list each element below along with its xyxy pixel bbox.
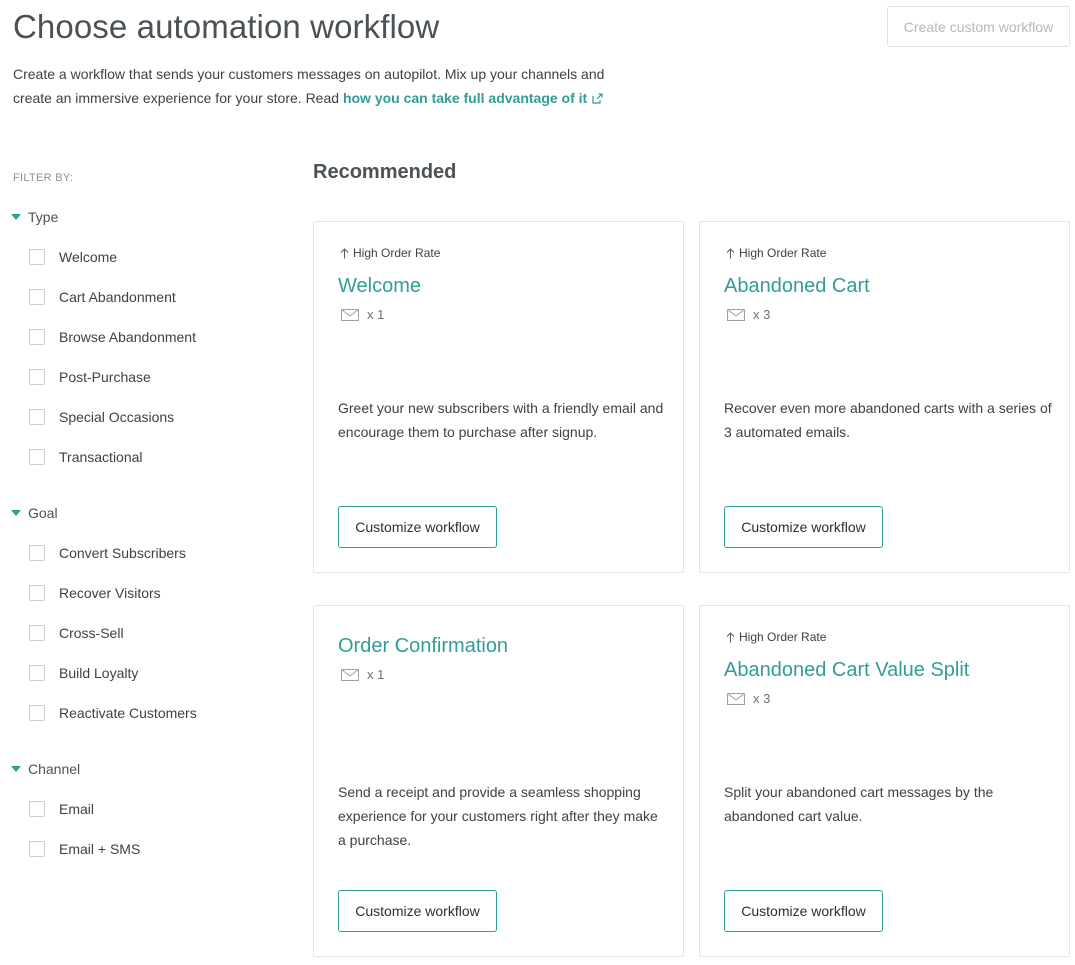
filter-option-label: Cart Abandonment <box>59 289 176 305</box>
customize-workflow-button[interactable]: Customize workflow <box>338 506 497 548</box>
card-title[interactable]: Abandoned Cart <box>724 275 870 298</box>
filter-option-label: Convert Subscribers <box>59 545 186 561</box>
checkbox[interactable] <box>29 625 45 641</box>
caret-down-icon <box>11 510 21 516</box>
checkbox[interactable] <box>29 449 45 465</box>
card-description: Greet your new subscribers with a friend… <box>338 400 664 440</box>
workflow-card-order-confirmation: Order Confirmation x 1 Send a receipt an… <box>313 605 684 957</box>
filter-option-transactional[interactable]: Transactional <box>29 447 143 467</box>
external-link-icon <box>592 93 603 104</box>
filter-option-reactivate-customers[interactable]: Reactivate Customers <box>29 703 197 723</box>
customize-workflow-button[interactable]: Customize workflow <box>338 890 497 932</box>
email-count: x 1 <box>341 667 384 682</box>
page-title: Choose automation workflow <box>13 8 440 45</box>
advantage-link[interactable]: how you can take full advantage of it <box>343 90 603 106</box>
filter-option-build-loyalty[interactable]: Build Loyalty <box>29 663 138 683</box>
filter-option-label: Special Occasions <box>59 409 175 425</box>
filter-option-label: Browse Abandonment <box>59 329 196 345</box>
customize-workflow-button[interactable]: Customize workflow <box>724 506 883 548</box>
filter-group-goal[interactable]: Goal <box>11 503 58 523</box>
checkbox[interactable] <box>29 369 45 385</box>
filter-option-label: Build Loyalty <box>59 665 139 681</box>
filter-option-email[interactable]: Email <box>29 799 94 819</box>
checkbox[interactable] <box>29 705 45 721</box>
filter-group-label: Channel <box>28 761 81 777</box>
badge-label: High Order Rate <box>353 246 441 260</box>
customize-workflow-button[interactable]: Customize workflow <box>724 890 883 932</box>
filter-by-label: FILTER BY: <box>13 172 74 184</box>
badge-label: High Order Rate <box>739 246 827 260</box>
filter-option-label: Reactivate Customers <box>59 705 197 721</box>
filter-option-label: Welcome <box>59 249 118 265</box>
filter-option-welcome[interactable]: Welcome <box>29 247 117 267</box>
filter-option-post-purchase[interactable]: Post-Purchase <box>29 367 151 387</box>
workflow-card-abandoned-cart: High Order Rate Abandoned Cart x 3 Recov… <box>699 221 1070 573</box>
checkbox[interactable] <box>29 249 45 265</box>
filter-option-special-occasions[interactable]: Special Occasions <box>29 407 174 427</box>
card-description: Split your abandoned cart messages by th… <box>724 784 994 824</box>
filter-group-label: Goal <box>28 505 58 521</box>
email-count: x 3 <box>727 307 770 322</box>
arrow-up-icon <box>726 247 735 258</box>
envelope-icon <box>341 668 359 681</box>
high-order-rate-badge: High Order Rate <box>340 246 440 260</box>
arrow-up-icon <box>340 247 349 258</box>
checkbox[interactable] <box>29 841 45 857</box>
filter-option-convert-subscribers[interactable]: Convert Subscribers <box>29 543 186 563</box>
workflow-card-welcome: High Order Rate Welcome x 1 Greet your n… <box>313 221 684 573</box>
email-count-label: x 1 <box>367 307 385 322</box>
caret-down-icon <box>11 214 21 220</box>
checkbox[interactable] <box>29 409 45 425</box>
filter-group-label: Type <box>28 209 59 225</box>
email-count-label: x 3 <box>753 307 771 322</box>
high-order-rate-badge: High Order Rate <box>726 630 826 644</box>
envelope-icon <box>727 308 745 321</box>
filter-option-cart-abandonment[interactable]: Cart Abandonment <box>29 287 176 307</box>
envelope-icon <box>341 308 359 321</box>
create-custom-workflow-button[interactable]: Create custom workflow <box>887 6 1070 47</box>
checkbox[interactable] <box>29 801 45 817</box>
filter-option-label: Post-Purchase <box>59 369 151 385</box>
caret-down-icon <box>11 766 21 772</box>
email-count: x 1 <box>341 307 384 322</box>
card-title[interactable]: Order Confirmation <box>338 635 508 658</box>
card-title[interactable]: Welcome <box>338 275 421 298</box>
envelope-icon <box>727 692 745 705</box>
filter-option-label: Transactional <box>59 449 143 465</box>
arrow-up-icon <box>726 631 735 642</box>
checkbox[interactable] <box>29 585 45 601</box>
filter-option-label: Email <box>59 801 95 817</box>
checkbox[interactable] <box>29 545 45 561</box>
checkbox[interactable] <box>29 329 45 345</box>
advantage-link-label: how you can take full advantage of it <box>342 90 588 106</box>
filter-group-type[interactable]: Type <box>11 207 58 227</box>
filter-group-channel[interactable]: Channel <box>11 759 80 779</box>
automation-workflow-page: Choose automation workflow Create custom… <box>0 0 1075 965</box>
intro-text: Create a workflow that sends your custom… <box>13 62 633 110</box>
card-title[interactable]: Abandoned Cart Value Split <box>724 659 969 682</box>
filter-option-label: Recover Visitors <box>59 585 161 601</box>
section-title-recommended: Recommended <box>313 161 457 183</box>
card-description: Recover even more abandoned carts with a… <box>724 400 1052 440</box>
filter-option-label: Cross-Sell <box>59 625 124 641</box>
checkbox[interactable] <box>29 289 45 305</box>
filter-option-cross-sell[interactable]: Cross-Sell <box>29 623 124 643</box>
badge-label: High Order Rate <box>739 630 827 644</box>
filter-option-email-sms[interactable]: Email + SMS <box>29 839 140 859</box>
card-description: Send a receipt and provide a seamless sh… <box>338 784 658 848</box>
high-order-rate-badge: High Order Rate <box>726 246 826 260</box>
email-count-label: x 1 <box>367 667 385 682</box>
checkbox[interactable] <box>29 665 45 681</box>
workflow-card-abandoned-cart-value-split: High Order Rate Abandoned Cart Value Spl… <box>699 605 1070 957</box>
filter-option-recover-visitors[interactable]: Recover Visitors <box>29 583 161 603</box>
email-count: x 3 <box>727 691 770 706</box>
email-count-label: x 3 <box>753 691 771 706</box>
filter-option-label: Email + SMS <box>59 841 141 857</box>
filter-option-browse-abandonment[interactable]: Browse Abandonment <box>29 327 196 347</box>
